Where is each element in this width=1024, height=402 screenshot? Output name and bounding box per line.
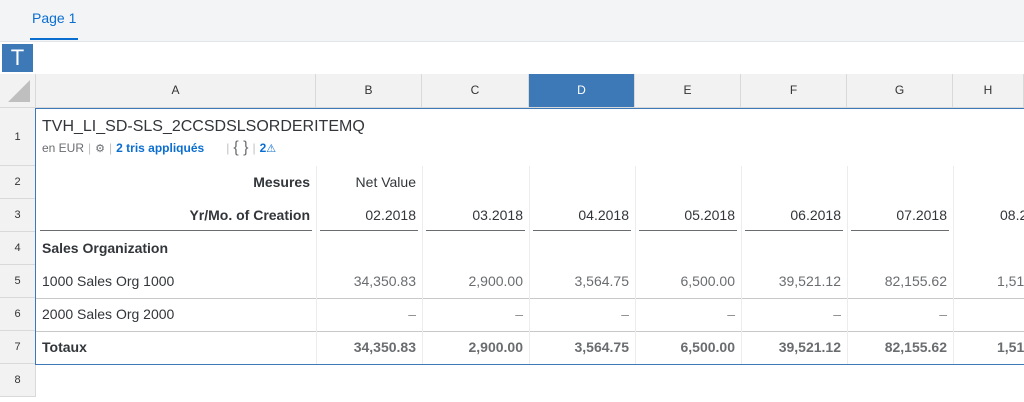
column-guide xyxy=(529,166,530,365)
spreadsheet-grid: A B C D E F G H 1 2 3 4 5 6 7 8 TVH_LI_S… xyxy=(0,74,1024,402)
row-separator xyxy=(36,364,1024,365)
period-header[interactable]: 02.2018 xyxy=(316,199,422,232)
formula-braces-icon[interactable]: { } xyxy=(233,139,248,156)
data-cell[interactable]: 39,521.12 xyxy=(741,265,847,298)
table-subtitle: en EUR | ⚙ | 2 tris appliqués |{ } | 2⚠ xyxy=(42,139,277,156)
row-header-7[interactable]: 7 xyxy=(0,331,36,364)
data-cell[interactable]: 1,51 xyxy=(953,265,1024,298)
data-cell[interactable]: 34,350.83 xyxy=(316,265,422,298)
period-header[interactable]: 07.2018 xyxy=(847,199,953,232)
row-label[interactable]: 2000 Sales Org 2000 xyxy=(36,298,316,331)
data-cell[interactable]: 82,155.62 xyxy=(847,265,953,298)
row-header-2[interactable]: 2 xyxy=(0,166,36,199)
column-guide xyxy=(847,166,848,365)
column-header-d[interactable]: D xyxy=(529,74,635,108)
row-header-6[interactable]: 6 xyxy=(0,298,36,331)
data-cell[interactable]: – xyxy=(422,298,529,331)
warning-icon[interactable]: ⚠ xyxy=(266,143,276,155)
column-guide xyxy=(953,166,954,365)
top-tab-bar: Page 1 xyxy=(0,0,1024,42)
row-separator xyxy=(36,331,1024,332)
data-cell[interactable]: – xyxy=(316,298,422,331)
totals-label[interactable]: Totaux xyxy=(36,331,316,364)
currency-label: en EUR xyxy=(42,141,85,155)
measure-name[interactable]: Net Value xyxy=(316,166,422,199)
tab-page-1[interactable]: Page 1 xyxy=(30,0,79,40)
total-cell[interactable]: 39,521.12 xyxy=(741,331,847,364)
sort-icon: ⚙ xyxy=(95,143,106,155)
data-cell[interactable]: – xyxy=(529,298,635,331)
total-cell[interactable]: 34,350.83 xyxy=(316,331,422,364)
row-header-5[interactable]: 5 xyxy=(0,265,36,298)
column-guide xyxy=(741,166,742,365)
column-guide xyxy=(422,166,423,365)
measures-label: Mesures xyxy=(253,174,310,190)
data-cell[interactable]: 6,500.00 xyxy=(635,265,741,298)
data-cell[interactable]: – xyxy=(635,298,741,331)
period-header[interactable]: 08.2 xyxy=(953,199,1024,232)
period-header[interactable]: 06.2018 xyxy=(741,199,847,232)
data-cell[interactable]: 3,564.75 xyxy=(529,265,635,298)
sorts-applied-link[interactable]: 2 tris appliqués xyxy=(116,141,204,155)
total-cell[interactable]: 3,564.75 xyxy=(529,331,635,364)
total-cell[interactable]: 2,900.00 xyxy=(422,331,529,364)
column-header-h[interactable]: H xyxy=(953,74,1024,108)
column-header-f[interactable]: F xyxy=(741,74,847,108)
total-cell[interactable]: 1,51 xyxy=(953,331,1024,364)
row-header-1[interactable]: 1 xyxy=(0,108,36,166)
column-header-e[interactable]: E xyxy=(635,74,741,108)
data-cell[interactable]: – xyxy=(741,298,847,331)
total-cell[interactable]: 6,500.00 xyxy=(635,331,741,364)
row-separator xyxy=(36,298,1024,299)
column-header-b[interactable]: B xyxy=(316,74,422,108)
period-header[interactable]: 05.2018 xyxy=(635,199,741,232)
row-header-8[interactable]: 8 xyxy=(0,364,36,397)
period-dimension-label: Yr/Mo. of Creation xyxy=(36,199,316,232)
total-cell[interactable]: 82,155.62 xyxy=(847,331,953,364)
column-guide xyxy=(316,166,317,365)
column-header-c[interactable]: C xyxy=(422,74,529,108)
column-header-a[interactable]: A xyxy=(36,74,316,108)
select-all-icon xyxy=(8,80,30,102)
grid-corner[interactable] xyxy=(0,74,36,108)
row-header-3[interactable]: 3 xyxy=(0,199,36,232)
table-title: TVH_LI_SD-SLS_2CCSDSLSORDERITEMQ xyxy=(42,118,365,135)
column-guide xyxy=(635,166,636,365)
row-header-4[interactable]: 4 xyxy=(0,232,36,265)
dimension-label: Sales Organization xyxy=(42,240,169,256)
text-tool-button[interactable]: T xyxy=(2,44,33,72)
data-cell[interactable]: – xyxy=(847,298,953,331)
table-header-cell[interactable]: TVH_LI_SD-SLS_2CCSDSLSORDERITEMQ en EUR |… xyxy=(36,108,1024,166)
row-label[interactable]: 1000 Sales Org 1000 xyxy=(36,265,316,298)
period-header[interactable]: 03.2018 xyxy=(422,199,529,232)
period-header[interactable]: 04.2018 xyxy=(529,199,635,232)
column-header-g[interactable]: G xyxy=(847,74,953,108)
data-cell[interactable]: 2,900.00 xyxy=(422,265,529,298)
